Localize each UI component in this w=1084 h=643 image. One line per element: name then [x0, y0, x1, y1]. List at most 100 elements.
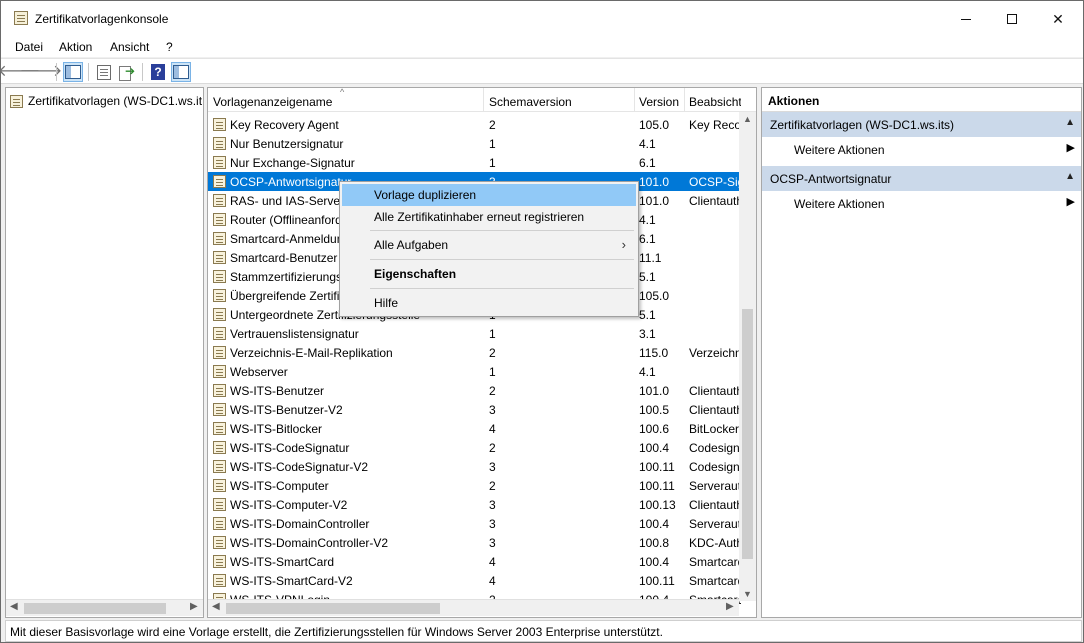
menu-item-all-tasks[interactable]: Alle Aufgaben ›: [342, 234, 636, 256]
certificate-template-icon: [213, 232, 226, 245]
toolbar-separator: [56, 63, 57, 81]
list-header: Vorlagenanzeigename ^ Schemaversion Vers…: [208, 88, 756, 112]
table-row[interactable]: WS-ITS-Benutzer 2 101.0 Clientauthentifizie…: [208, 381, 741, 400]
list-horizontal-scrollbar[interactable]: ◀ ▶: [208, 599, 739, 616]
menu-datei[interactable]: Datei: [15, 40, 43, 54]
certificate-template-app-icon[interactable]: [14, 11, 28, 25]
cell-intended-purpose: Serverauthentifizierung: [689, 517, 741, 531]
cell-version: 4.1: [639, 213, 656, 227]
title-bar[interactable]: Zertifikatvorlagenkonsole ✕: [1, 1, 1083, 37]
cell-version: 6.1: [639, 156, 656, 170]
table-row[interactable]: WS-ITS-SmartCard-V2 4 100.11 Smartcard-Anme…: [208, 571, 741, 590]
submenu-arrow-icon: ▶: [1066, 196, 1075, 208]
show-hide-console-tree-button[interactable]: [63, 62, 83, 82]
cell-intended-purpose: Codesignatur: [689, 441, 741, 455]
menu-item-label: Alle Zertifikatinhaber erneut registrier…: [374, 210, 585, 224]
certificate-template-icon: [213, 517, 226, 530]
cell-schema-version: 4: [489, 555, 496, 569]
table-row[interactable]: WS-ITS-DomainController-V2 3 100.8 KDC-Auth…: [208, 533, 741, 552]
minimize-button[interactable]: [943, 1, 989, 37]
table-row[interactable]: Webserver 1 4.1: [208, 362, 740, 381]
collapse-icon[interactable]: ▲: [1065, 171, 1075, 182]
certificate-template-icon: [213, 479, 226, 492]
table-row[interactable]: Nur Exchange-Signatur 1 6.1: [208, 153, 740, 172]
table-row[interactable]: WS-ITS-CodeSignatur 2 100.4 Codesignatur: [208, 438, 741, 457]
table-row[interactable]: WS-ITS-SmartCard 4 100.4 Smartcard-Anmeldun…: [208, 552, 741, 571]
table-row[interactable]: Vertrauenslistensignatur 1 3.1: [208, 324, 740, 343]
show-hide-action-pane-button[interactable]: [171, 62, 191, 82]
cell-template-name: Webserver: [230, 365, 288, 379]
column-separator[interactable]: [684, 88, 685, 112]
properties-button[interactable]: [94, 62, 114, 82]
table-row[interactable]: WS-ITS-DomainController 3 100.4 Serverauthe…: [208, 514, 741, 533]
menu-ansicht[interactable]: Ansicht: [110, 40, 149, 54]
menu-separator: [370, 288, 634, 289]
scrollbar-thumb[interactable]: [24, 603, 166, 614]
certificate-template-icon: [213, 175, 226, 188]
cell-template-name: Vertrauenslistensignatur: [230, 327, 359, 341]
tree-item-certificate-templates[interactable]: Zertifikatvorlagen (WS-DC1.ws.its): [10, 92, 202, 110]
menu-item-properties[interactable]: Eigenschaften: [342, 263, 636, 285]
column-separator[interactable]: [483, 88, 484, 112]
tree-horizontal-scrollbar[interactable]: ◀ ▶: [6, 599, 203, 616]
cell-schema-version: 3: [489, 517, 496, 531]
menu-aktion[interactable]: Aktion: [59, 40, 92, 54]
scrollbar-thumb[interactable]: [742, 309, 753, 559]
table-row[interactable]: WS-ITS-Computer 2 100.11 Serverauthentifizi…: [208, 476, 741, 495]
close-button[interactable]: ✕: [1035, 1, 1081, 37]
table-row[interactable]: WS-ITS-Bitlocker 4 100.6 BitLocker: [208, 419, 740, 438]
maximize-button[interactable]: [989, 1, 1035, 37]
cell-template-name: WS-ITS-Benutzer: [230, 384, 325, 398]
cell-intended-purpose: Key Recovery Agent: [689, 118, 741, 132]
cell-version: 4.1: [639, 137, 656, 151]
scroll-left-icon[interactable]: ◀: [10, 601, 18, 612]
certificate-template-icon: [213, 137, 226, 150]
action-section-certificate-templates[interactable]: Zertifikatvorlagen (WS-DC1.ws.its) ▲: [762, 112, 1081, 137]
more-actions-link[interactable]: Weitere Aktionen ▶: [762, 192, 1081, 214]
more-actions-link[interactable]: Weitere Aktionen ▶: [762, 138, 1081, 160]
table-row[interactable]: WS-ITS-Benutzer-V2 3 100.5 Clientauthentifi…: [208, 400, 741, 419]
scroll-down-icon[interactable]: ▼: [743, 589, 752, 599]
scrollbar-thumb[interactable]: [226, 603, 440, 614]
list-vertical-scrollbar[interactable]: ▲ ▼: [739, 112, 756, 601]
cell-version: 100.6: [639, 422, 670, 436]
scroll-right-icon[interactable]: ▶: [726, 601, 734, 612]
app-window: Zertifikatvorlagenkonsole ✕ Datei Aktion…: [0, 0, 1084, 643]
cell-schema-version: 3: [489, 498, 496, 512]
help-icon: ?: [151, 64, 165, 80]
forward-button[interactable]: 🡒: [20, 62, 63, 82]
column-separator[interactable]: [634, 88, 635, 112]
menu-item-label: Vorlage duplizieren: [374, 188, 477, 202]
cell-schema-version: 1: [489, 156, 496, 170]
menu-item-reenroll-all[interactable]: Alle Zertifikatinhaber erneut registrier…: [342, 206, 636, 228]
table-row[interactable]: WS-ITS-CodeSignatur-V2 3 100.11 Codesignatu…: [208, 457, 741, 476]
table-row[interactable]: WS-ITS-Computer-V2 3 100.13 Clientauthentif…: [208, 495, 741, 514]
collapse-icon[interactable]: ▲: [1065, 117, 1075, 128]
menu-help[interactable]: ?: [166, 40, 173, 54]
table-row[interactable]: Nur Benutzersignatur 1 4.1: [208, 134, 740, 153]
column-header-name[interactable]: Vorlagenanzeigename: [213, 95, 332, 109]
column-header-purpose[interactable]: Beabsichtigte Zwecke: [689, 95, 741, 109]
menu-item-duplicate-template[interactable]: Vorlage duplizieren: [342, 184, 636, 206]
cell-schema-version: 3: [489, 460, 496, 474]
scroll-left-icon[interactable]: ◀: [212, 601, 220, 612]
action-section-ocsp[interactable]: OCSP-Antwortsignatur ▲: [762, 166, 1081, 191]
scroll-up-icon[interactable]: ▲: [743, 114, 752, 124]
column-header-schema[interactable]: Schemaversion: [489, 95, 572, 109]
help-button[interactable]: ?: [148, 62, 168, 82]
section-title: OCSP-Antwortsignatur: [770, 172, 892, 186]
cell-version: 4.1: [639, 365, 656, 379]
actions-title: Aktionen: [768, 94, 820, 108]
table-row[interactable]: Verzeichnis-E-Mail-Replikation 2 115.0 Verz…: [208, 343, 741, 362]
column-header-version[interactable]: Version: [639, 95, 679, 109]
scroll-right-icon[interactable]: ▶: [190, 601, 198, 612]
export-list-button[interactable]: [117, 62, 137, 82]
cell-version: 5.1: [639, 308, 656, 322]
table-row[interactable]: Key Recovery Agent 2 105.0 Key Recovery Age…: [208, 115, 741, 134]
actions-header: Aktionen: [762, 88, 1081, 112]
menu-separator: [370, 259, 634, 260]
cell-template-name: WS-ITS-Benutzer-V2: [230, 403, 343, 417]
toolbar: 🡐 🡒 ?: [0, 58, 1083, 84]
certificate-template-icon: [10, 94, 23, 108]
menu-item-help[interactable]: Hilfe: [342, 292, 636, 314]
